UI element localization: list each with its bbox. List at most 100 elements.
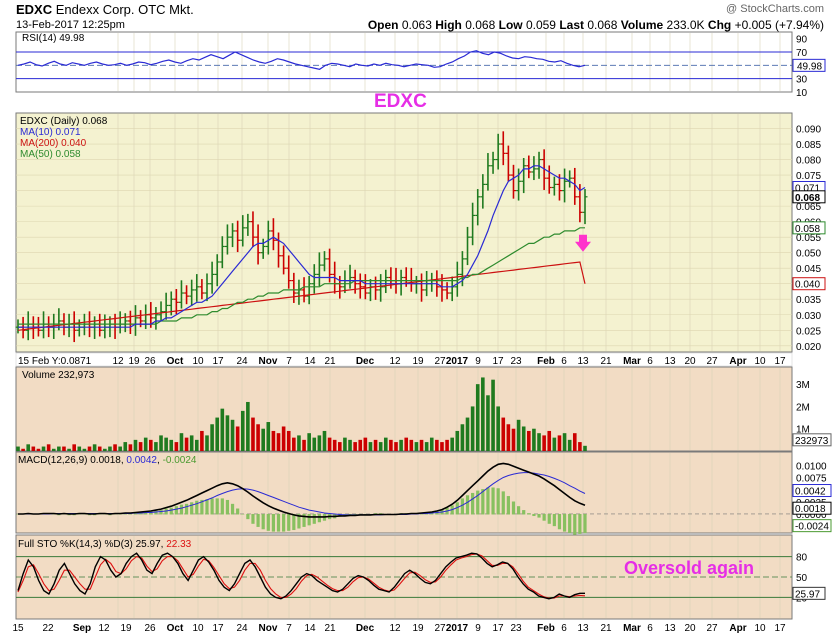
price-date-label: 19 (128, 356, 140, 367)
price-date-label: 6 (561, 356, 567, 367)
rsi-current-label: 49.98 (797, 61, 822, 72)
macd-histogram-bar (496, 488, 500, 515)
volume-bar (358, 439, 363, 451)
macd-histogram-bar (220, 498, 224, 515)
volume-bar (154, 442, 158, 451)
volume-bar (82, 448, 87, 451)
volume-bar (164, 437, 168, 451)
volume-bar (194, 439, 199, 451)
volume-bar (567, 439, 572, 451)
bottom-month-label: 2017 (446, 623, 469, 634)
volume-bar (322, 430, 327, 451)
volume-bar (51, 448, 56, 451)
volume-bar (424, 442, 429, 451)
bottom-date-label: 24 (236, 623, 248, 634)
volume-bar (246, 401, 250, 451)
volume-bar (159, 435, 163, 451)
price-legend: EDXC (Daily) 0.068 MA(10) 0.071 MA(200) … (20, 116, 107, 160)
volume-bar (338, 442, 342, 451)
oversold-annotation: Oversold again (624, 558, 755, 578)
macd-histogram-bar (271, 513, 276, 532)
bottom-date-label: 12 (98, 623, 110, 634)
volume-bar (286, 430, 291, 451)
bottom-date-label: 15 (12, 623, 24, 634)
volume-bar (383, 437, 388, 451)
macd-histogram-bar (184, 503, 189, 515)
macd-histogram-bar (205, 499, 209, 515)
macd-histogram-bar (282, 513, 286, 532)
volume-bar (149, 439, 153, 451)
macd-histogram-bar (307, 513, 311, 526)
price-tick-label: 0.090 (796, 125, 821, 136)
volume-bar (26, 444, 31, 451)
rsi-tick-label: 30 (796, 75, 808, 86)
bottom-date-label: 27 (434, 623, 446, 634)
macd-histogram-bar (527, 513, 531, 515)
macd-histogram-bar (573, 513, 577, 535)
volume-bar (481, 377, 485, 451)
bottom-month-label: Nov (259, 623, 278, 634)
volume-bar (486, 395, 490, 451)
volume-bar (399, 439, 403, 451)
volume-bar (527, 430, 531, 451)
price-tick-label: 0.075 (796, 171, 821, 182)
macd-tick-label: 0.0100 (796, 461, 827, 472)
macd-histogram-bar (511, 501, 516, 515)
volume-bar (368, 442, 373, 451)
volume-bar (62, 446, 66, 451)
bottom-date-label: 17 (492, 623, 504, 634)
macd-histogram-bar (542, 513, 546, 521)
price-tick-label: 0.030 (796, 311, 821, 322)
volume-bar (583, 445, 587, 451)
volume-bar (103, 448, 107, 451)
price-date-label: 27 (706, 356, 718, 367)
volume-bar (450, 437, 454, 451)
price-date-label: 17 (492, 356, 504, 367)
price-tick-label: 0.020 (796, 342, 821, 353)
macd-histogram-bar (236, 508, 240, 515)
volume-bar (31, 446, 36, 451)
volume-bar (174, 442, 179, 451)
volume-bar (92, 444, 97, 451)
volume-bar (230, 419, 235, 451)
volume-bar (143, 437, 148, 451)
volume-bar (108, 446, 112, 451)
volume-bar (123, 442, 128, 451)
bottom-month-label: Feb (537, 623, 555, 634)
rsi-tick-label: 90 (796, 35, 808, 46)
macd-histogram-bar (562, 513, 567, 532)
macd-histogram-bar (210, 498, 214, 515)
macd-histogram-bar (557, 513, 562, 530)
bottom-month-label: Sep (73, 623, 91, 634)
ma10-legend: MA(10) 0.071 (20, 127, 81, 138)
macd-histogram-bar (225, 499, 230, 515)
volume-bar (419, 439, 424, 451)
macd-histogram-bar (312, 513, 316, 524)
xaxis-top-label: 15 Feb Y:0.0871 (18, 356, 92, 367)
volume-bar (41, 446, 46, 451)
price-date-label: 21 (600, 356, 612, 367)
macd-histogram-bar (501, 491, 505, 515)
volume-bar (138, 442, 143, 451)
volume-bar (266, 422, 271, 451)
price-tick-label: 0.035 (796, 295, 821, 306)
volume-bar (552, 437, 557, 451)
volume-bar (511, 428, 516, 451)
volume-bar (297, 435, 301, 451)
macd-tick-label: 0.0075 (796, 473, 827, 484)
macd-legend-signal: 0.0042 (126, 455, 157, 466)
price-date-label: 26 (144, 356, 156, 367)
price-tick-label: 0.050 (796, 249, 821, 260)
sto-legend-k: Full STO %K(14,3) %D(3) 25.97 (18, 539, 161, 550)
price-month-label: Feb (537, 356, 555, 367)
ma200-legend: MA(200) 0.040 (20, 138, 87, 149)
volume-bar (210, 424, 214, 451)
volume-bar (36, 448, 41, 451)
volume-bar (470, 406, 475, 451)
volume-bar (302, 439, 306, 451)
price-date-label: 23 (510, 356, 522, 367)
price-date-label: 13 (664, 356, 676, 367)
price-date-label: 13 (577, 356, 589, 367)
volume-bar (21, 448, 25, 451)
macd-value-tag: 0.0042 (795, 487, 826, 498)
